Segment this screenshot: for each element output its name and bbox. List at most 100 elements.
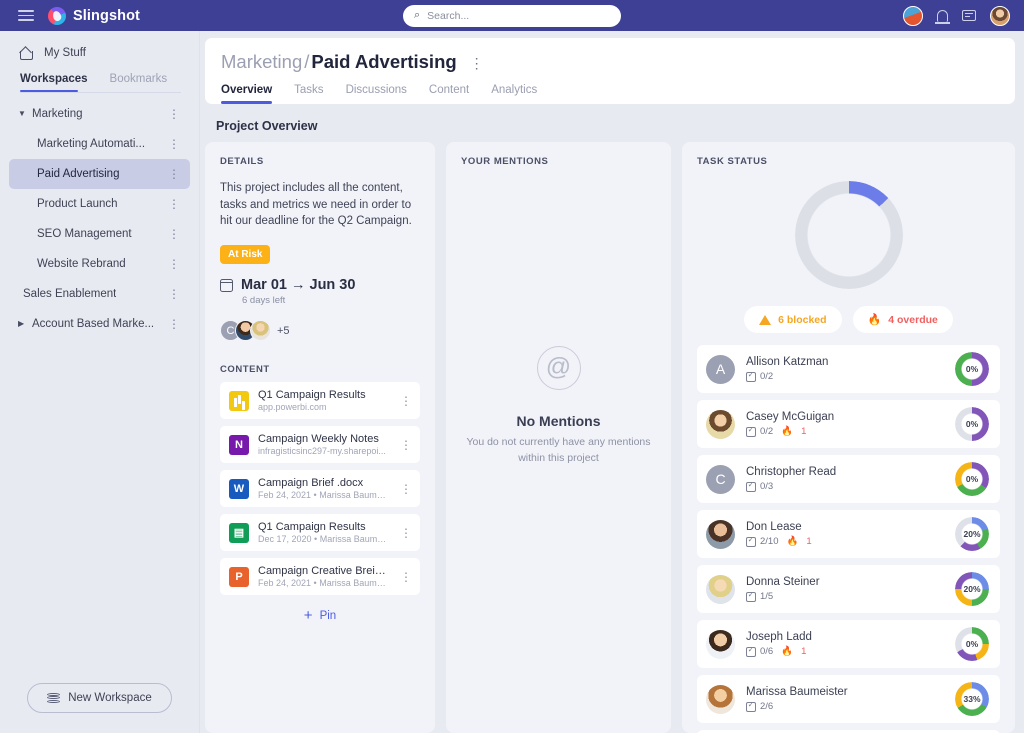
breadcrumb-separator: / [304,51,309,73]
new-workspace-button[interactable]: New Workspace [27,683,172,713]
powerpoint-icon: P [229,567,249,587]
checkbox-icon [746,592,756,602]
sidebar-item-label: Paid Advertising [37,168,119,180]
calendar-icon [220,279,233,292]
overdue-label: 4 overdue [888,314,938,326]
kebab-menu-icon[interactable]: ⋮ [164,288,184,300]
member-progress-percent: 33% [955,682,989,716]
tab-content[interactable]: Content [429,84,469,104]
list-item[interactable]: W Campaign Brief .docx Feb 24, 2021 • Ma… [220,470,420,507]
date-range: Mar 01 → Jun 30 [241,277,355,293]
kebab-menu-icon[interactable]: ⋮ [397,395,412,407]
list-item[interactable]: CChristopher Read0/30% [697,455,1000,503]
file-sub: app.powerbi.com [258,402,388,412]
pin-button[interactable]: + Pin [220,608,420,623]
list-item[interactable]: Donna Steiner1/520% [697,565,1000,613]
warning-triangle-icon [759,315,771,325]
member-name: Donna Steiner [746,576,955,588]
sidebar-item-sales-enablement[interactable]: Sales Enablement ⋮ [9,279,190,309]
bell-icon[interactable] [937,10,948,22]
tab-bookmarks[interactable]: Bookmarks [110,73,168,92]
blocked-pill[interactable]: 6 blocked [744,306,841,333]
kebab-menu-icon[interactable]: ⋮ [470,56,484,70]
search-icon: ⌕ [414,9,420,22]
list-item[interactable]: Joseph Ladd0/6🔥10% [697,620,1000,668]
checkbox-icon [746,702,756,712]
list-item[interactable]: Casey McGuigan0/2🔥10% [697,400,1000,448]
member-name: Casey McGuigan [746,411,955,423]
member-progress-percent: 20% [955,572,989,606]
sidebar-item-marketing[interactable]: ▼ Marketing ⋮ [9,99,190,129]
kebab-menu-icon[interactable]: ⋮ [164,168,184,180]
workspace-tree: ▼ Marketing ⋮ Marketing Automati... ⋮ Pa… [0,93,199,683]
sidebar-item-account-based-marketing[interactable]: ▶ Account Based Marke... ⋮ [9,309,190,339]
sidebar: My Stuff Workspaces Bookmarks ▼ Marketin… [0,31,200,733]
my-stuff-label: My Stuff [44,47,86,59]
sidebar-tab-indicator [20,90,78,93]
file-sub: Feb 24, 2021 • Marissa Baume... [258,578,388,588]
file-name: Q1 Campaign Results [258,521,388,533]
details-card: DETAILS This project includes all the co… [205,142,435,733]
kebab-menu-icon[interactable]: ⋮ [397,483,412,495]
kebab-menu-icon[interactable]: ⋮ [164,258,184,270]
overdue-count: 1 [801,646,806,657]
member-progress: 20% [955,517,989,551]
kebab-menu-icon[interactable]: ⋮ [397,527,412,539]
member-name: Marissa Baumeister [746,686,955,698]
task-status-heading: TASK STATUS [697,156,1000,167]
layers-icon [47,693,60,704]
member-name: Allison Katzman [746,356,955,368]
chat-icon[interactable] [962,10,976,21]
sidebar-item-seo-management[interactable]: SEO Management ⋮ [9,219,190,249]
tab-analytics[interactable]: Analytics [491,84,537,104]
kebab-menu-icon[interactable]: ⋮ [397,571,412,583]
home-icon [20,47,33,59]
sidebar-item-website-rebrand[interactable]: Website Rebrand ⋮ [9,249,190,279]
list-item[interactable]: Q1 Campaign Results app.powerbi.com ⋮ [220,382,420,419]
overdue-pill[interactable]: 🔥 4 overdue [853,306,953,333]
search-input[interactable]: ⌕ Search... [403,5,621,27]
user-badge-icon[interactable] [903,6,923,26]
list-item[interactable]: ▤ Q1 Campaign Results Dec 17, 2020 • Mar… [220,514,420,551]
fire-icon: 🔥 [787,536,799,547]
mentions-empty-state: @ No Mentions You do not currently have … [461,167,656,719]
sidebar-item-product-launch[interactable]: Product Launch ⋮ [9,189,190,219]
top-bar: Slingshot ⌕ Search... [0,0,1024,31]
sidebar-item-my-stuff[interactable]: My Stuff [0,31,199,73]
slingshot-logo-icon [48,7,66,25]
empty-title: No Mentions [517,413,601,429]
kebab-menu-icon[interactable]: ⋮ [164,318,184,330]
member-avatars[interactable]: C +5 [220,320,420,341]
chevron-down-icon[interactable]: ▼ [18,110,32,118]
kebab-menu-icon[interactable]: ⋮ [164,108,184,120]
sidebar-item-label: Marketing [32,108,83,120]
brand-logo[interactable]: Slingshot [48,7,140,25]
sidebar-item-paid-advertising[interactable]: Paid Advertising ⋮ [9,159,190,189]
avatar: A [706,355,735,384]
list-item[interactable]: N Campaign Weekly Notes infragisticsinc2… [220,426,420,463]
member-meta: 2/10🔥1 [746,536,955,547]
breadcrumb-parent[interactable]: Marketing [221,51,302,73]
list-item[interactable]: AAllison Katzman0/20% [697,345,1000,393]
kebab-menu-icon[interactable]: ⋮ [164,228,184,240]
avatar [250,320,271,341]
date-range-row: Mar 01 → Jun 30 [220,277,420,293]
task-count: 0/3 [760,481,773,492]
tab-overview[interactable]: Overview [221,84,272,104]
sidebar-item-marketing-automation[interactable]: Marketing Automati... ⋮ [9,129,190,159]
list-item[interactable]: P Campaign Creative Breif .... Feb 24, 2… [220,558,420,595]
file-sub: Feb 24, 2021 • Marissa Baume... [258,490,388,500]
tab-discussions[interactable]: Discussions [346,84,407,104]
hamburger-icon[interactable] [18,10,34,21]
avatar[interactable] [990,6,1010,26]
list-item[interactable]: Marissa Baumeister2/633% [697,675,1000,723]
excel-icon: ▤ [229,523,249,543]
list-item[interactable]: Don Lease2/10🔥120% [697,510,1000,558]
kebab-menu-icon[interactable]: ⋮ [397,439,412,451]
kebab-menu-icon[interactable]: ⋮ [164,138,184,150]
kebab-menu-icon[interactable]: ⋮ [164,198,184,210]
tab-tasks[interactable]: Tasks [294,84,323,104]
extra-members-count: +5 [277,325,290,337]
chevron-right-icon[interactable]: ▶ [18,320,32,328]
blocked-label: 6 blocked [778,314,826,326]
